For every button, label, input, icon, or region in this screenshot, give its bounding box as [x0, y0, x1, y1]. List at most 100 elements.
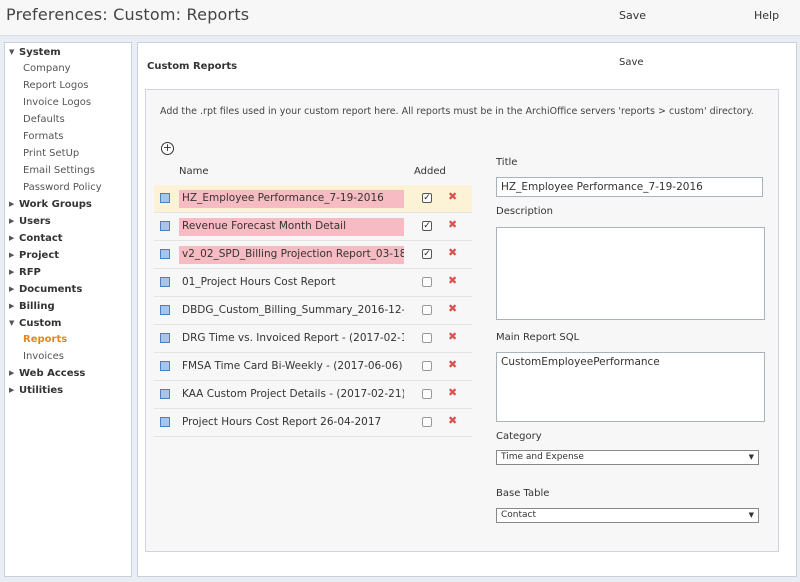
page-title: Preferences: Custom: Reports [6, 5, 250, 24]
chevron-down-icon: ▼ [748, 453, 754, 461]
title-input[interactable] [496, 177, 763, 197]
delete-x-icon[interactable]: ✖ [448, 190, 457, 203]
table-row[interactable]: HZ_Employee Performance_7-19-2016 ✓ ✖ [154, 185, 472, 213]
table-row[interactable]: v2_02_SPD_Billing Projection Report_03-1… [154, 241, 472, 269]
sidebar-group-label: Web Access [19, 368, 86, 379]
sidebar-group-custom[interactable]: ▼ Custom [9, 318, 61, 329]
sidebar-item-reports[interactable]: Reports [23, 334, 67, 345]
sidebar-item-password-policy[interactable]: Password Policy [23, 182, 102, 193]
collapsed-arrow-icon: ▶ [9, 200, 15, 208]
main-sql-label: Main Report SQL [496, 332, 580, 343]
sidebar-group-project[interactable]: ▶ Project [9, 250, 59, 261]
table-row[interactable]: DRG Time vs. Invoiced Report - (2017-02-… [154, 325, 472, 353]
drag-handle-icon[interactable] [160, 249, 170, 259]
sidebar-item-defaults[interactable]: Defaults [23, 114, 65, 125]
drag-handle-icon[interactable] [160, 193, 170, 203]
add-report-button[interactable]: + [161, 142, 174, 155]
collapsed-arrow-icon: ▶ [9, 302, 15, 310]
top-bar: Preferences: Custom: Reports Save Help [0, 0, 800, 36]
sidebar-group-label: Contact [19, 233, 63, 244]
drag-handle-icon[interactable] [160, 333, 170, 343]
table-row[interactable]: 01_Project Hours Cost Report ✖ [154, 269, 472, 297]
sidebar-group-utilities[interactable]: ▶ Utilities [9, 385, 63, 396]
sidebar-item-print-setup[interactable]: Print SetUp [23, 148, 79, 159]
chevron-down-icon: ▼ [748, 511, 754, 519]
sidebar-group-documents[interactable]: ▶ Documents [9, 284, 82, 295]
drag-handle-icon[interactable] [160, 361, 170, 371]
intro-text: Add the .rpt files used in your custom r… [160, 106, 754, 117]
delete-x-icon[interactable]: ✖ [448, 386, 457, 399]
sidebar-group-system[interactable]: ▼ System [9, 47, 61, 58]
added-checkbox[interactable] [422, 361, 432, 371]
description-label: Description [496, 206, 553, 217]
main-sql-textarea[interactable]: CustomEmployeePerformance [496, 352, 765, 422]
sidebar-group-rfp[interactable]: ▶ RFP [9, 267, 41, 278]
drag-handle-icon[interactable] [160, 305, 170, 315]
sidebar-item-formats[interactable]: Formats [23, 131, 63, 142]
collapsed-arrow-icon: ▶ [9, 285, 15, 293]
base-table-select[interactable]: Contact ▼ [496, 508, 759, 523]
sidebar-item-invoice-logos[interactable]: Invoice Logos [23, 97, 91, 108]
collapsed-arrow-icon: ▶ [9, 251, 15, 259]
delete-x-icon[interactable]: ✖ [448, 358, 457, 371]
save-button[interactable]: Save [619, 57, 644, 68]
delete-x-icon[interactable]: ✖ [448, 218, 457, 231]
sidebar-group-work-groups[interactable]: ▶ Work Groups [9, 199, 92, 210]
added-checkbox[interactable]: ✓ [422, 221, 432, 231]
collapsed-arrow-icon: ▶ [9, 217, 15, 225]
column-header-name: Name [179, 166, 209, 177]
sidebar-group-billing[interactable]: ▶ Billing [9, 301, 55, 312]
expanded-arrow-icon: ▼ [9, 319, 15, 327]
report-name: Project Hours Cost Report 26-04-2017 [182, 416, 382, 428]
added-checkbox[interactable] [422, 277, 432, 287]
main-content: Custom Reports Save Add the .rpt files u… [137, 42, 797, 577]
sidebar-group-label: System [19, 47, 61, 58]
sidebar-item-report-logos[interactable]: Report Logos [23, 80, 89, 91]
sidebar-item-company[interactable]: Company [23, 63, 71, 74]
sidebar-group-contact[interactable]: ▶ Contact [9, 233, 63, 244]
drag-handle-icon[interactable] [160, 417, 170, 427]
description-textarea[interactable] [496, 227, 765, 320]
added-checkbox[interactable] [422, 305, 432, 315]
delete-x-icon[interactable]: ✖ [448, 274, 457, 287]
sidebar-group-web-access[interactable]: ▶ Web Access [9, 368, 85, 379]
header-help-button[interactable]: Help [754, 9, 779, 22]
sidebar-item-invoices[interactable]: Invoices [23, 351, 64, 362]
table-row[interactable]: Revenue Forecast Month Detail ✓ ✖ [154, 213, 472, 241]
table-row[interactable]: DBDG_Custom_Billing_Summary_2016-12-2 ✖ [154, 297, 472, 325]
delete-x-icon[interactable]: ✖ [448, 330, 457, 343]
delete-x-icon[interactable]: ✖ [448, 414, 457, 427]
base-table-value: Contact [501, 510, 537, 520]
delete-x-icon[interactable]: ✖ [448, 302, 457, 315]
sidebar-group-label: Documents [19, 284, 83, 295]
added-checkbox[interactable]: ✓ [422, 249, 432, 259]
category-select[interactable]: Time and Expense ▼ [496, 450, 759, 465]
sidebar-group-label: Billing [19, 301, 55, 312]
sidebar-group-users[interactable]: ▶ Users [9, 216, 51, 227]
sidebar: ▼ System Company Report Logos Invoice Log… [4, 42, 132, 577]
drag-handle-icon[interactable] [160, 221, 170, 231]
added-checkbox[interactable] [422, 333, 432, 343]
collapsed-arrow-icon: ▶ [9, 234, 15, 242]
added-checkbox[interactable] [422, 389, 432, 399]
added-checkbox[interactable] [422, 417, 432, 427]
report-name: KAA Custom Project Details - (2017-02-21… [182, 388, 404, 400]
drag-handle-icon[interactable] [160, 389, 170, 399]
report-name: FMSA Time Card Bi-Weekly - (2017-06-06) [182, 360, 403, 372]
sidebar-item-email-settings[interactable]: Email Settings [23, 165, 95, 176]
table-row[interactable]: Project Hours Cost Report 26-04-2017 ✖ [154, 409, 472, 437]
collapsed-arrow-icon: ▶ [9, 369, 15, 377]
sidebar-group-label: Custom [19, 318, 62, 329]
header-save-button[interactable]: Save [619, 9, 646, 22]
drag-handle-icon[interactable] [160, 277, 170, 287]
added-checkbox[interactable]: ✓ [422, 193, 432, 203]
delete-x-icon[interactable]: ✖ [448, 246, 457, 259]
sidebar-group-label: Work Groups [19, 199, 92, 210]
report-name: 01_Project Hours Cost Report [182, 276, 336, 288]
table-row[interactable]: FMSA Time Card Bi-Weekly - (2017-06-06) … [154, 353, 472, 381]
sidebar-group-label: Users [19, 216, 51, 227]
table-row[interactable]: KAA Custom Project Details - (2017-02-21… [154, 381, 472, 409]
report-name: DRG Time vs. Invoiced Report - (2017-02-… [182, 332, 404, 344]
sidebar-group-label: Project [19, 250, 60, 261]
plus-circle-icon: + [162, 141, 173, 154]
